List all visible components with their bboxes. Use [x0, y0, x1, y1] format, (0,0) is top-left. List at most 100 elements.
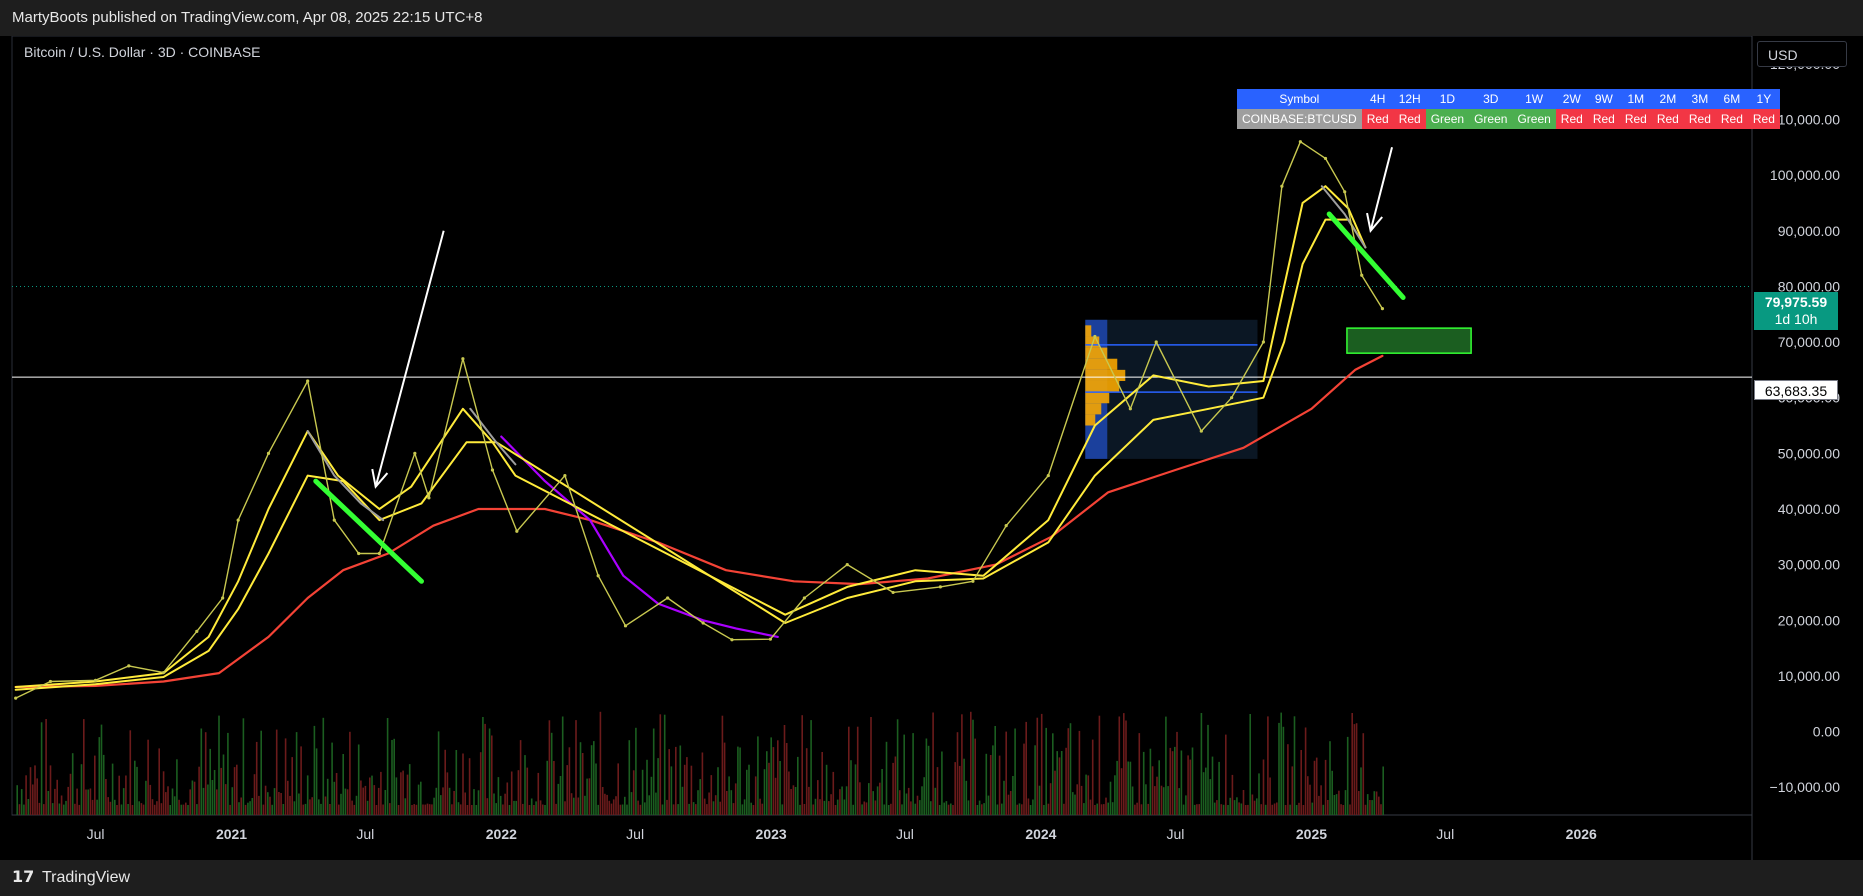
volume-bar [566, 765, 568, 815]
volume-bar [76, 788, 78, 815]
price-point [730, 638, 734, 642]
volume-bar [397, 805, 400, 815]
volume-bar [1018, 803, 1021, 815]
volume-bar [1127, 761, 1129, 815]
volume-bar [1362, 733, 1365, 815]
volume-bar [912, 733, 914, 815]
volume-bar [885, 741, 888, 815]
volume-bar [446, 772, 449, 815]
signal-header-cell: 1M [1619, 89, 1652, 109]
volume-bar [934, 787, 937, 815]
x-tick-label: 2022 [486, 826, 517, 842]
volume-bar [570, 793, 573, 815]
volume-bar [621, 804, 624, 815]
volume-bar [1295, 805, 1298, 815]
x-tick-label: 2023 [756, 826, 787, 842]
volume-bar [43, 804, 45, 815]
volume-bar [998, 755, 1001, 815]
y-tick-label: 0.00 [1813, 724, 1840, 740]
volume-bar [635, 727, 637, 815]
volume-bar [561, 716, 564, 815]
volume-bar [125, 775, 127, 815]
volume-bar [499, 795, 502, 815]
volume-bar [1140, 804, 1143, 815]
volume-bar [355, 795, 358, 815]
price-point [161, 670, 166, 675]
volume-bar [386, 718, 389, 815]
volume-bar [1338, 790, 1340, 815]
bar-countdown: 1d 10h [1774, 311, 1818, 327]
signal-cell: Red [1587, 109, 1620, 129]
volume-bar [255, 741, 258, 815]
volume-bar [16, 785, 18, 815]
volume-bar [972, 719, 974, 815]
volume-bar [224, 784, 227, 815]
x-tick-label: Jul [896, 826, 914, 842]
volume-bar [176, 759, 178, 815]
plot-frame [11, 36, 1753, 816]
volume-bar [661, 804, 664, 815]
volume-bar [1043, 805, 1045, 815]
volume-bar [746, 769, 748, 815]
volume-bar [311, 797, 313, 815]
volume-bar [581, 753, 584, 815]
volume-bar [750, 802, 752, 815]
y-tick-label: 30,000.00 [1778, 557, 1840, 573]
volume-bar [293, 801, 296, 815]
volume-bar [129, 730, 132, 815]
volume-bar [721, 715, 724, 815]
volume-bar [783, 725, 786, 815]
volume-bar [1227, 805, 1229, 815]
volume-bar [211, 780, 214, 815]
volume-bar [1171, 751, 1174, 815]
volume-bar [1333, 795, 1336, 815]
price-chart[interactable]: −10,000.00 0.00 10,000.00 20,000.00 30,000.0… [0, 36, 1863, 860]
volume-bar [291, 757, 293, 815]
volume-bar [169, 805, 171, 815]
volume-bar [25, 775, 27, 815]
volume-bar [1096, 803, 1098, 815]
volume-bar [781, 804, 784, 815]
volume-bar [1366, 794, 1369, 815]
price-point [127, 664, 131, 668]
volume-bar [1169, 747, 1172, 815]
volume-bar [1258, 773, 1260, 815]
volume-bar [100, 724, 103, 815]
price-point [845, 563, 849, 567]
volume-bar [156, 801, 158, 815]
volume-bar [830, 794, 832, 815]
volume-bar [914, 803, 917, 815]
volume-bar [992, 745, 994, 815]
volume-bar [768, 762, 770, 815]
volume-bar [754, 776, 757, 815]
footer-brand[interactable]: TradingView [42, 860, 130, 896]
volume-bar [23, 804, 25, 815]
volume-bar [788, 771, 790, 815]
volume-bar [364, 785, 367, 815]
volume-bar [655, 792, 657, 815]
volume-bar [415, 804, 418, 815]
price-point [490, 468, 495, 472]
volume-profile-row [1085, 358, 1118, 370]
volume-bar [471, 805, 473, 815]
y-tick-label: 40,000.00 [1778, 501, 1840, 517]
volume-bar [719, 801, 721, 815]
volume-bar [437, 731, 440, 815]
volume-bar [236, 764, 238, 815]
volume-bar [688, 803, 690, 815]
volume-bar [752, 805, 755, 815]
volume-bar [51, 803, 54, 815]
y-tick-label: 100,000.00 [1770, 167, 1840, 183]
volume-bar [630, 792, 633, 815]
x-tick-label: Jul [356, 826, 374, 842]
signal-table-header: Symbol 4H 12H 1D 3D 1W 2W 9W 1M 2M 3M 6M… [1237, 89, 1780, 109]
volume-bar [976, 805, 979, 815]
volume-bar [728, 776, 730, 815]
volume-bar [1355, 723, 1358, 815]
volume-bar [406, 774, 409, 815]
volume-bar [1351, 713, 1353, 815]
currency-button[interactable]: USD [1757, 41, 1847, 67]
volume-bar [790, 789, 792, 815]
signal-header-cell: 1D [1425, 89, 1470, 109]
y-tick-label: −10,000.00 [1770, 779, 1841, 795]
